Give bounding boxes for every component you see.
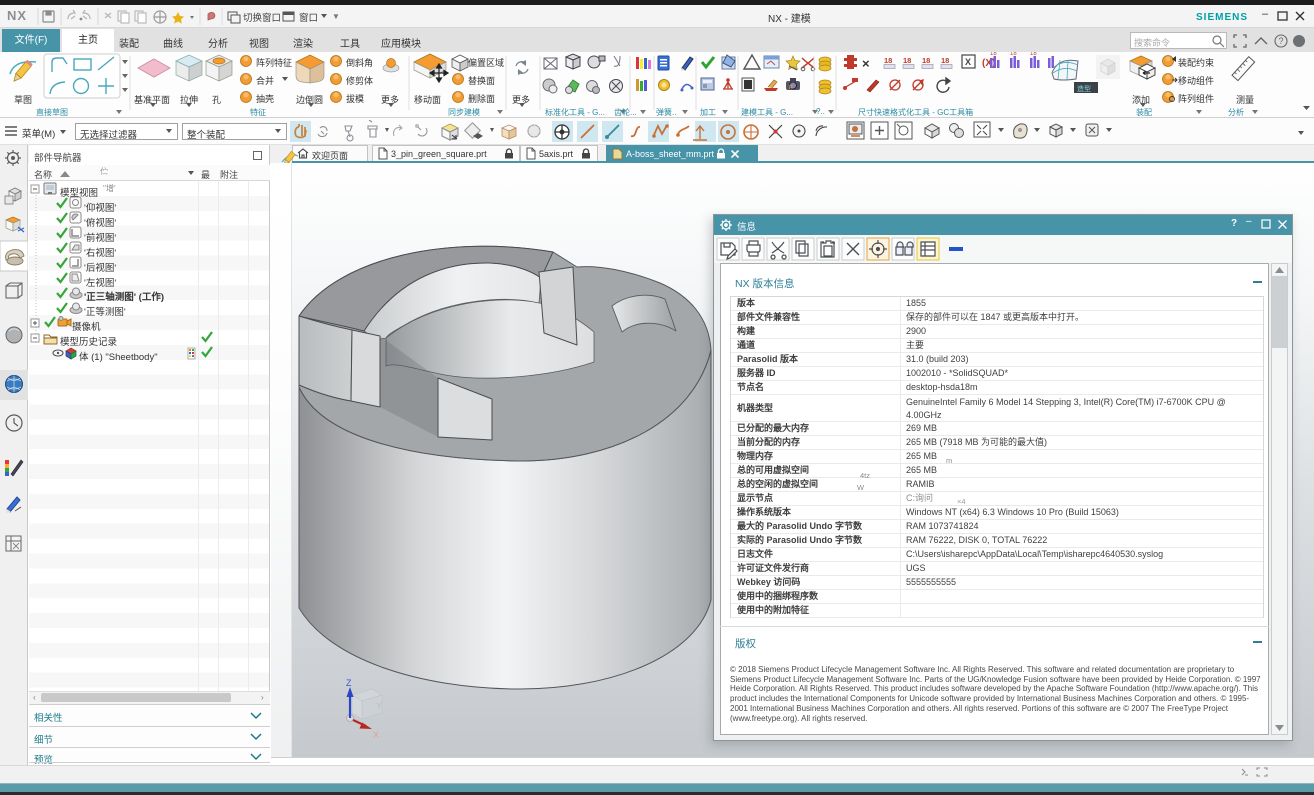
svg-text:?: ? [1279,36,1284,46]
svg-text:Y: Y [376,701,382,711]
svg-text:X: X [373,730,379,740]
svg-text:Z: Z [346,678,352,688]
